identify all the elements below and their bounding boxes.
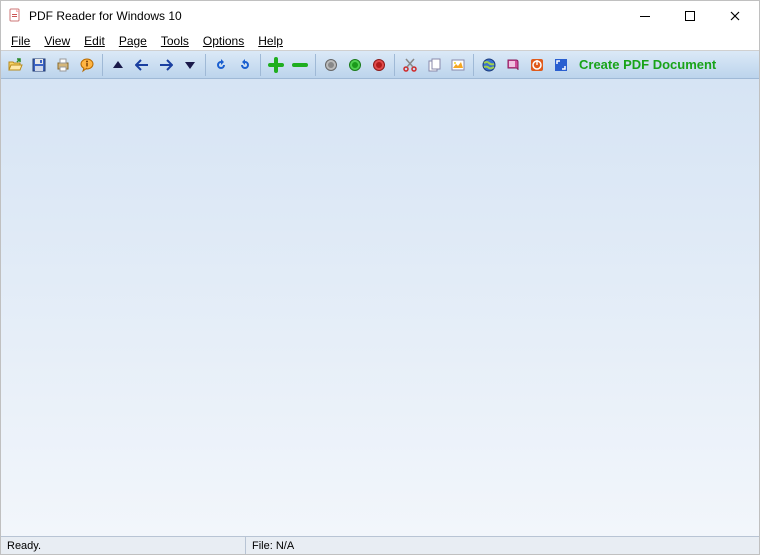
expand-blue-icon xyxy=(553,57,569,73)
arrow-left-icon xyxy=(135,59,149,71)
toolbar-separator xyxy=(315,54,316,76)
nav-down-button[interactable] xyxy=(179,54,201,76)
menu-page[interactable]: Page xyxy=(113,33,153,49)
rotate-left-button[interactable] xyxy=(210,54,232,76)
triangle-down-icon xyxy=(184,59,196,71)
info-bubble-icon xyxy=(79,57,95,73)
zoom-out-button[interactable] xyxy=(289,54,311,76)
document-viewport[interactable] xyxy=(1,79,759,536)
save-floppy-icon xyxy=(31,57,47,73)
statusbar: Ready. File: N/A xyxy=(1,536,759,554)
toolbar-separator xyxy=(102,54,103,76)
toolbar: Create PDF Document xyxy=(1,51,759,79)
menu-tools[interactable]: Tools xyxy=(155,33,195,49)
rotate-ccw-icon xyxy=(213,57,229,73)
globe-icon xyxy=(481,57,497,73)
copy-button[interactable] xyxy=(423,54,445,76)
status-file: File: N/A xyxy=(246,537,759,554)
info-button[interactable] xyxy=(76,54,98,76)
circle-gray-icon xyxy=(324,58,338,72)
toolbar-separator xyxy=(473,54,474,76)
plus-icon xyxy=(268,57,284,73)
menu-file[interactable]: File xyxy=(5,33,36,49)
power-button[interactable] xyxy=(526,54,548,76)
record-red-button[interactable] xyxy=(368,54,390,76)
scissors-icon xyxy=(402,57,418,73)
close-icon xyxy=(730,11,740,21)
app-icon xyxy=(7,8,23,24)
window-controls xyxy=(622,2,757,30)
menu-options[interactable]: Options xyxy=(197,33,250,49)
toolbar-separator xyxy=(394,54,395,76)
circle-green-icon xyxy=(348,58,362,72)
nav-up-button[interactable] xyxy=(107,54,129,76)
maximize-button[interactable] xyxy=(667,2,712,30)
titlebar: PDF Reader for Windows 10 xyxy=(1,1,759,31)
window-title: PDF Reader for Windows 10 xyxy=(29,9,622,23)
app-window: PDF Reader for Windows 10 File View Edit… xyxy=(0,0,760,555)
minimize-icon xyxy=(640,11,650,21)
minimize-button[interactable] xyxy=(622,2,667,30)
power-icon xyxy=(529,57,545,73)
copy-pages-icon xyxy=(426,57,442,73)
save-button[interactable] xyxy=(28,54,50,76)
minus-icon xyxy=(292,57,308,73)
toolbar-separator xyxy=(205,54,206,76)
image-button[interactable] xyxy=(447,54,469,76)
circle-red-icon xyxy=(372,58,386,72)
status-ready: Ready. xyxy=(1,537,246,554)
nav-back-button[interactable] xyxy=(131,54,153,76)
open-button[interactable] xyxy=(4,54,26,76)
nav-forward-button[interactable] xyxy=(155,54,177,76)
rotate-cw-icon xyxy=(237,57,253,73)
close-button[interactable] xyxy=(712,2,757,30)
maximize-icon xyxy=(685,11,695,21)
arrow-right-icon xyxy=(159,59,173,71)
triangle-up-icon xyxy=(112,59,124,71)
print-button[interactable] xyxy=(52,54,74,76)
menu-view[interactable]: View xyxy=(38,33,76,49)
menu-edit[interactable]: Edit xyxy=(78,33,111,49)
zoom-in-button[interactable] xyxy=(265,54,287,76)
record-green-button[interactable] xyxy=(344,54,366,76)
toolbar-separator xyxy=(260,54,261,76)
create-pdf-label[interactable]: Create PDF Document xyxy=(579,57,716,72)
open-folder-icon xyxy=(7,57,23,73)
book-button[interactable] xyxy=(502,54,524,76)
web-button[interactable] xyxy=(478,54,500,76)
rotate-right-button[interactable] xyxy=(234,54,256,76)
fullscreen-button[interactable] xyxy=(550,54,572,76)
menu-help[interactable]: Help xyxy=(252,33,289,49)
menubar: File View Edit Page Tools Options Help xyxy=(1,31,759,51)
printer-icon xyxy=(55,57,71,73)
picture-icon xyxy=(450,57,466,73)
book-icon xyxy=(505,57,521,73)
record-gray-button[interactable] xyxy=(320,54,342,76)
cut-button[interactable] xyxy=(399,54,421,76)
